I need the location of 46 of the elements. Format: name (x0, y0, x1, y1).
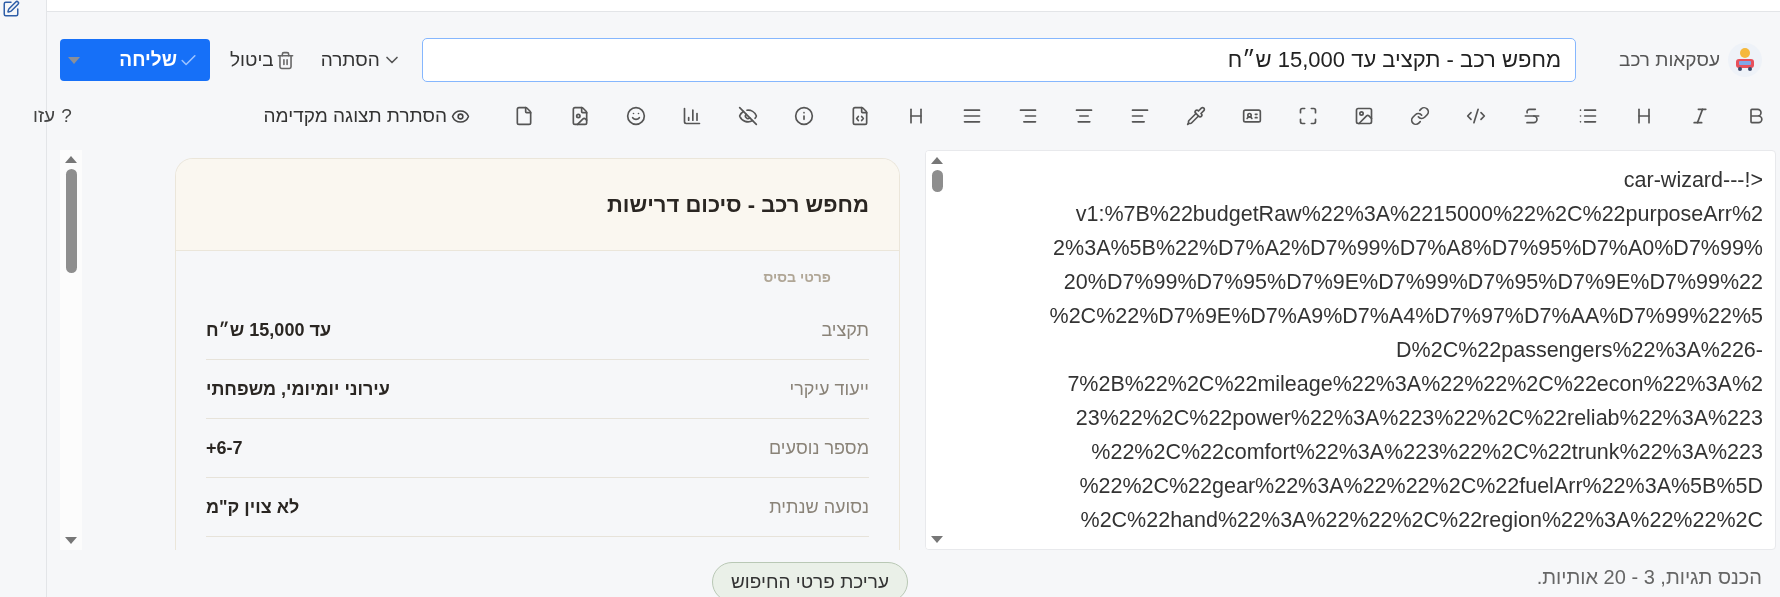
help-link[interactable]: עזו (33, 105, 56, 127)
field-value: עירוני יומיומי, משפחתי (206, 378, 390, 400)
smiley-icon[interactable] (626, 106, 646, 126)
strikethrough-icon[interactable] (1522, 106, 1542, 126)
align-justify-icon[interactable] (962, 106, 982, 126)
tags-hint: הכנס תגיות, 3 - 20 אותיות. (1536, 566, 1762, 589)
align-right-icon[interactable] (1018, 106, 1038, 126)
image-icon[interactable] (1354, 106, 1374, 126)
info-icon[interactable] (794, 106, 814, 126)
trash-icon (275, 50, 295, 70)
align-left-icon[interactable] (1130, 106, 1150, 126)
field-value: +6-7 (206, 437, 243, 459)
cancel-button[interactable]: ביטול (224, 45, 301, 75)
bar-chart-icon[interactable] (682, 106, 702, 126)
send-button[interactable]: שליחה (60, 39, 210, 81)
field-value: לא צוין ק"מ (206, 496, 300, 518)
code-file-icon[interactable] (850, 106, 870, 126)
list-icon[interactable] (1578, 106, 1598, 126)
align-center-icon[interactable] (1074, 106, 1094, 126)
italic-icon[interactable] (1690, 106, 1710, 126)
account-name: עסקאות רכב (1619, 49, 1720, 71)
car-avatar-icon (1728, 43, 1762, 77)
hide-button[interactable]: הסתרה (314, 45, 408, 75)
scrollbar[interactable] (60, 150, 82, 550)
field-value: עד 15,000 ש״ח (206, 319, 331, 341)
eyedropper-icon[interactable] (1186, 106, 1206, 126)
id-card-icon[interactable] (1242, 106, 1262, 126)
hide-preview-button[interactable]: הסתרת תצוגה מקדימה (263, 105, 470, 127)
edit-search-button[interactable]: עריכת פרטי החיפוש (712, 562, 908, 597)
field-label: מספר נוסעים (768, 437, 869, 459)
edit-icon[interactable] (2, 0, 20, 18)
markdown-editor[interactable]: car-wizard---!> v1:%7B%22budgetRaw%22%3A%2215000%22%2C%22purposeArr%2 2%3A%5B%22%D7%A2%D7%99%D7%A8%D7%95%D7%A0%D7%99% 20%D7%99%D7%95%D7%9E%D7%99%D7%95%D7%9E%D7%99%22 %2C%22%D7%9E%D7%A9%D7%A4%D7%97%D7%AA%D7%99%22%5 D%2C%22passengers%22%3A%226- 7%2B%22%2C%22mileage%22%3A%22%22%2C%22econ%22%3A%2 23%22%2C%22power%22%3A%223%22%2C%22reliab%22%3A%223 %22%2C%22comfort%22%3A%223%22%2C%22trunk%22%3A%223 %22%2C%22gear%22%3A%22%22%2C%22fuelArr%22%3A%5B%5D %2C%22hand%22%3A%22%22%2C%22region%22%3A%22%22%2C (925, 150, 1776, 550)
field-label: נסועה שנתית (769, 496, 869, 518)
link-icon[interactable] (1410, 106, 1430, 126)
section-heading: פרטי בסיס (762, 269, 832, 287)
field-label: ייעוד עיקרי (789, 378, 869, 400)
card-title: מחפש רכב - סיכום דרישות (607, 191, 869, 218)
expand-icon[interactable] (1298, 106, 1318, 126)
help-icon: ? (61, 105, 72, 127)
title-input[interactable]: מחפש רכב - תקציב עד 15,000 ש״ח (421, 38, 1576, 82)
eye-off-icon[interactable] (738, 106, 758, 126)
code-icon[interactable] (1466, 106, 1486, 126)
field-label: תקציב (821, 319, 869, 341)
file-icon[interactable] (514, 106, 534, 126)
caret-icon (68, 56, 80, 64)
image-file-icon[interactable] (570, 106, 590, 126)
